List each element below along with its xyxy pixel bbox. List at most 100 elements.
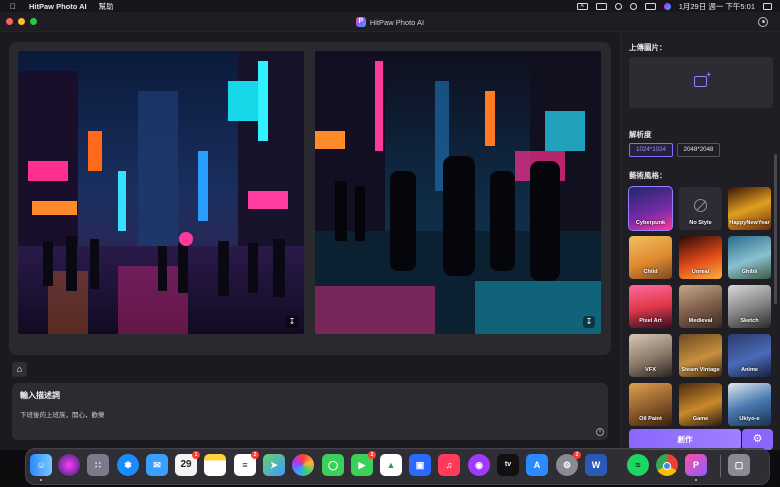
dock-photos-icon[interactable] [292, 454, 314, 476]
menu-help[interactable]: 幫助 [99, 1, 114, 12]
dock-launchpad-icon[interactable]: ∷ [87, 454, 109, 476]
dock-chrome-icon[interactable] [656, 454, 678, 476]
dock-facetime-icon[interactable]: ▶ 2 [351, 451, 376, 476]
style-label-anime: Anime [740, 367, 759, 373]
clear-icon[interactable]: × [596, 428, 604, 436]
menu-app-name[interactable]: HitPaw Photo AI [29, 2, 87, 11]
style-game[interactable]: Game [679, 383, 722, 426]
calendar-day: 29 [180, 459, 192, 470]
dock-keynote-icon[interactable]: ▣ [409, 454, 431, 476]
style-label-oil-paint: Oil Paint [639, 416, 662, 422]
dock-safari-icon[interactable]: ✽ [117, 454, 139, 476]
style-ukiyo-e[interactable]: Ukiyo-e [728, 383, 771, 426]
wifi-icon[interactable] [614, 2, 622, 10]
dock-word-icon[interactable]: W [585, 454, 607, 476]
download-icon[interactable]: ↧ [583, 316, 595, 328]
settings-badge: 2 [573, 451, 581, 459]
style-vfx[interactable]: VFX [629, 334, 672, 377]
results-panel: ↧ ↧ [9, 42, 611, 355]
style-label-cyberpunk: Cyberpunk [635, 220, 666, 226]
style-label-sketch: Sketch [740, 318, 759, 324]
facetime-badge: 2 [368, 451, 376, 459]
result-image-2[interactable]: ↧ [315, 51, 601, 334]
result-image-1[interactable]: ↧ [18, 51, 304, 334]
style-label-medieval: Medieval [688, 318, 713, 324]
style-anime[interactable]: Anime [728, 334, 771, 377]
style-oil-paint[interactable]: Oil Paint [629, 383, 672, 426]
app-logo-icon: P [355, 17, 366, 27]
style-label-ukiyo-e: Ukiyo-e [739, 416, 760, 422]
dock-separator [720, 455, 721, 477]
no-style-icon [694, 199, 707, 212]
account-icon[interactable] [758, 17, 768, 27]
style-unreal[interactable]: Unreal [679, 236, 722, 279]
style-pixel-art[interactable]: Pixel Art [629, 285, 672, 328]
style-happy-new-year[interactable]: HappyNewYear [728, 187, 771, 230]
prompt-text[interactable]: 下班後的上班族，開心，歡樂 [20, 409, 105, 419]
home-icon[interactable]: ⌂ [12, 362, 27, 377]
dock: ☺ ∷ ✽ ✉ 29 1 ≡ 2 ➤ ◯ ▶ 2 ▲ ▣ ♫ ◉ tv A ⚙ … [25, 448, 770, 485]
dock-spotify-icon[interactable]: ≈ [627, 454, 649, 476]
dock-reminders-icon[interactable]: ≡ 2 [234, 451, 259, 476]
style-label: 藝術風格： [629, 171, 667, 180]
style-label-game: Game [692, 416, 709, 422]
input-source-icon[interactable]: A [576, 2, 588, 10]
dock-numbers-icon[interactable]: ▲ [380, 454, 402, 476]
style-sketch[interactable]: Sketch [728, 285, 771, 328]
style-medieval[interactable]: Medieval [679, 285, 722, 328]
dock-tv-icon[interactable]: tv [497, 454, 519, 476]
dock-music-icon[interactable]: ♫ [438, 454, 460, 476]
create-button[interactable]: 創作 [629, 429, 741, 450]
cyberpunk-street-image-1 [18, 51, 304, 334]
sidebar-scrollbar[interactable] [774, 154, 777, 304]
dock-maps-icon[interactable]: ➤ [263, 454, 285, 476]
menu-clock[interactable]: 1月29日 週一 下午5:01 [679, 1, 755, 12]
gear-icon[interactable]: ⚙ [742, 429, 773, 450]
style-label-pixel-art: Pixel Art [639, 318, 662, 324]
dock-app-store-icon[interactable]: A [526, 454, 548, 476]
dock-siri-icon[interactable] [58, 454, 80, 476]
prompt-panel: ⌂ 輸入描述詞 下班後的上班族，開心，歡樂 × [9, 357, 611, 450]
window-title: HitPaw Photo AI [369, 17, 425, 27]
cyberpunk-street-image-2 [315, 51, 601, 334]
download-icon[interactable]: ↧ [286, 316, 298, 328]
reminders-badge: 2 [251, 451, 259, 459]
style-no-style[interactable]: No Style [679, 187, 722, 230]
style-cyberpunk[interactable]: Cyberpunk [628, 186, 673, 231]
window-title-group: P HitPaw Photo AI [0, 12, 780, 32]
prompt-input[interactable]: 輸入描述詞 下班後的上班族，開心，歡樂 × [12, 383, 608, 440]
siri-icon[interactable] [663, 2, 671, 10]
style-child[interactable]: Child [629, 236, 672, 279]
dock-podcasts-icon[interactable]: ◉ [468, 454, 490, 476]
style-label-child: Child [643, 269, 658, 275]
resolution-option-2048[interactable]: 2048*2048 [677, 143, 720, 157]
dock-trash-icon[interactable]: ▢ [728, 454, 750, 476]
upload-label: 上傳圖片： [629, 43, 667, 52]
style-steam-vintage[interactable]: Steam Vintage [679, 334, 722, 377]
dock-mail-icon[interactable]: ✉ [146, 454, 168, 476]
dock-finder-icon[interactable]: ☺ [30, 454, 52, 481]
resolution-label: 解析度 [629, 130, 652, 139]
dock-calendar-icon[interactable]: 29 1 [175, 451, 200, 476]
dock-notes-icon[interactable] [204, 454, 226, 476]
upload-dropzone[interactable] [629, 57, 773, 108]
dock-system-settings-icon[interactable]: ⚙ 2 [556, 451, 581, 476]
style-label-no-style: No Style [689, 220, 712, 226]
resolution-option-1024[interactable]: 1024*1024 [629, 143, 673, 157]
style-label-ghibli: Ghibli [741, 269, 758, 275]
style-label-unreal: Unreal [691, 269, 710, 275]
running-indicator [695, 479, 697, 481]
style-label-happy-new-year: HappyNewYear [729, 220, 770, 226]
calendar-badge: 1 [192, 451, 200, 459]
style-label-steam-vintage: Steam Vintage [681, 367, 720, 373]
upload-image-icon [694, 70, 711, 87]
battery-icon[interactable] [595, 2, 607, 10]
dock-messages-icon[interactable]: ◯ [322, 454, 344, 476]
dock-hitpaw-icon[interactable]: P [685, 454, 707, 481]
notification-icon[interactable] [763, 2, 772, 10]
style-ghibli[interactable]: Ghibli [728, 236, 771, 279]
control-center-icon[interactable] [644, 2, 656, 10]
prompt-title: 輸入描述詞 [20, 391, 60, 400]
apple-menu-icon[interactable]:  [10, 2, 18, 11]
search-icon[interactable] [629, 2, 637, 10]
